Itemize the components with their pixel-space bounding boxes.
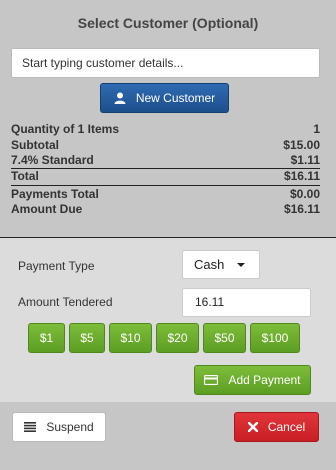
summary-row-payments-total: Payments Total $0.00: [11, 187, 320, 203]
new-customer-label: New Customer: [135, 91, 216, 105]
new-customer-button[interactable]: New Customer: [100, 83, 229, 113]
summary-label: Total: [11, 168, 39, 183]
dialog-title: Select Customer (Optional): [77, 15, 259, 31]
summary-label: Amount Due: [11, 202, 83, 216]
select-customer-panel: Select Customer (Optional) Start typing …: [0, 0, 336, 470]
summary-row-quantity: Quantity of 1 Items 1: [11, 122, 320, 138]
chevron-down-icon: [237, 263, 245, 267]
close-icon: [247, 422, 258, 432]
cancel-button[interactable]: Cancel: [234, 412, 319, 442]
suspend-label: Suspend: [46, 420, 94, 434]
quick-amount-button[interactable]: $1: [28, 323, 65, 353]
quick-amount-button[interactable]: $10: [109, 323, 152, 353]
summary-row-subtotal: Subtotal $15.00: [11, 138, 320, 154]
quick-amount-button[interactable]: $20: [156, 323, 199, 353]
summary-value: $16.11: [283, 168, 320, 183]
payment-type-label: Payment Type: [18, 259, 95, 273]
payment-type-select[interactable]: Cash: [182, 250, 260, 279]
list-icon: [24, 422, 37, 432]
payment-type-value: Cash: [194, 257, 225, 272]
summary-label: Subtotal: [11, 137, 59, 152]
summary-value: $1.11: [290, 153, 320, 167]
user-icon: [114, 92, 126, 104]
quick-amount-button[interactable]: $100: [250, 323, 300, 353]
amount-tendered-label: Amount Tendered: [18, 295, 113, 309]
payment-area: Payment Type Cash Amount Tendered 16.11 …: [0, 237, 336, 402]
summary-value: $16.11: [283, 202, 320, 216]
summary-label: 7.4% Standard: [11, 153, 94, 167]
credit-card-icon: [204, 375, 219, 385]
summary-label: Payments Total: [11, 186, 99, 201]
suspend-button[interactable]: Suspend: [12, 412, 106, 442]
add-payment-label: Add Payment: [228, 373, 301, 387]
customer-search-input[interactable]: Start typing customer details...: [11, 48, 320, 78]
cancel-label: Cancel: [267, 420, 306, 434]
summary-row-total: Total $16.11: [11, 169, 320, 186]
summary-value: 1: [313, 122, 320, 136]
amount-tendered-input[interactable]: 16.11: [182, 288, 311, 317]
summary-row-tax: 7.4% Standard $1.11: [11, 153, 320, 169]
summary-value: $15.00: [283, 137, 320, 152]
sale-summary: Quantity of 1 Items 1 Subtotal $15.00 7.…: [11, 122, 320, 218]
summary-row-amount-due: Amount Due $16.11: [11, 202, 320, 218]
add-payment-button[interactable]: Add Payment: [194, 365, 311, 395]
summary-value: $0.00: [289, 186, 320, 201]
summary-label: Quantity of 1 Items: [11, 122, 120, 136]
quick-amount-button[interactable]: $50: [203, 323, 246, 353]
quick-amount-button[interactable]: $5: [69, 323, 105, 353]
